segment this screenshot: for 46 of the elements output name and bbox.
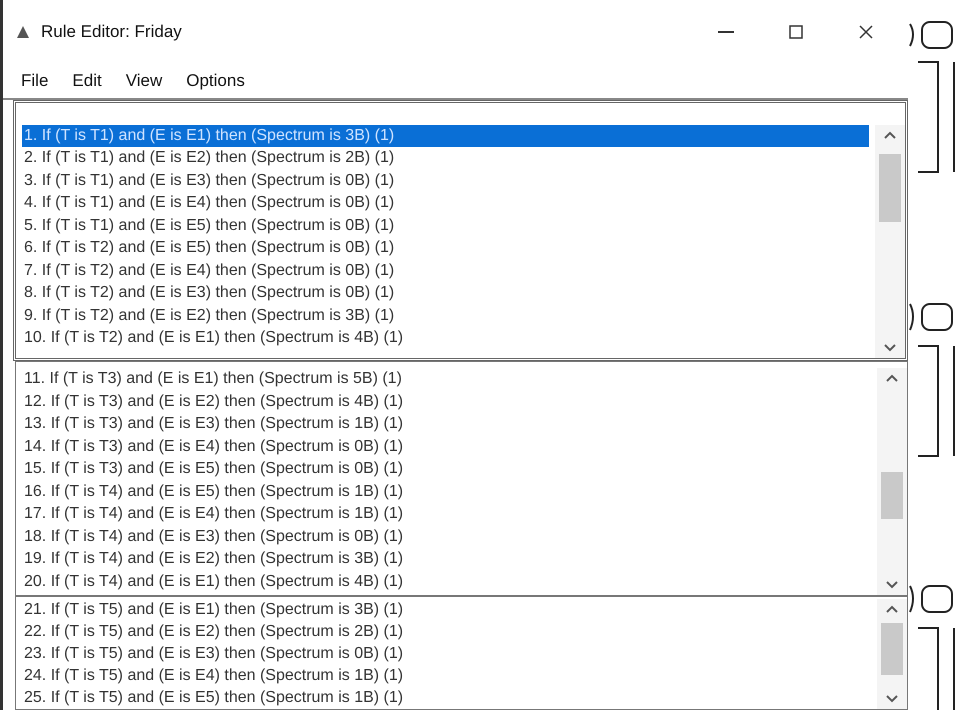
menu-item[interactable]: File (11, 66, 58, 95)
rule-list[interactable] (15, 596, 908, 710)
rule-item[interactable]: 9. If (T is T2) and (E is E2) then (Spectrum is 3B) (1) (22, 304, 869, 328)
scroll-thumb[interactable] (879, 154, 901, 222)
rule-item[interactable]: 20. If (T is T4) and (E is E1) then (Spectrum is 4B) (1) (22, 570, 871, 594)
rule-item[interactable]: 4. If (T is T1) and (E is E4) then (Spectrum is 0B) (1) (22, 192, 869, 215)
scroll-thumb[interactable] (881, 472, 903, 520)
scrollbar[interactable] (877, 368, 907, 596)
rule-item[interactable]: 11. If (T is T3) and (E is E1) then (Spectrum is 5B) (1) (22, 368, 871, 391)
maximize-icon (789, 24, 803, 39)
rule-item[interactable]: 15. If (T is T3) and (E is E5) then (Spectrum is 0B) (1) (22, 458, 871, 481)
rule-item[interactable]: 16. If (T is T4) and (E is E5) then (Spectrum is 1B) (1) (22, 480, 871, 504)
menu-item[interactable]: View (116, 66, 172, 95)
rule-item[interactable]: 1. If (T is T1) and (E is E1) then (Spectrum is 3B) (1) (22, 124, 869, 148)
rule-item[interactable]: 6. If (T is T2) and (E is E5) then (Spectrum is 0B) (1) (22, 237, 869, 260)
rule-item[interactable]: 19. If (T is T4) and (E is E2) then (Spectrum is 3B) (1) (22, 548, 871, 571)
scroll-up-icon[interactable] (885, 372, 899, 384)
rule-item[interactable]: 24. If (T is T5) and (E is E4) then (Spectrum is 1B) (1) (22, 665, 871, 688)
rule-item[interactable]: 21. If (T is T5) and (E is E1) then (Spectrum is 3B) (1) (22, 599, 871, 622)
rule-item[interactable]: 12. If (T is T3) and (E is E2) then (Spectrum is 4B) (1) (22, 390, 871, 414)
rule-item[interactable]: 23. If (T is T5) and (E is E3) then (Spectrum is 0B) (1) (22, 643, 871, 666)
minimize-icon (718, 30, 734, 33)
rule-item[interactable]: 25. If (T is T5) and (E is E5) then (Spectrum is 1B) (1) (22, 687, 871, 709)
rule-item[interactable]: 13. If (T is T3) and (E is E3) then (Spectrum is 1B) (1) (22, 413, 871, 436)
app-icon (15, 24, 31, 40)
rule-item[interactable]: 7. If (T is T2) and (E is E4) then (Spectrum is 0B) (1) (22, 260, 869, 282)
scroll-down-icon[interactable] (885, 693, 899, 705)
scrollbar[interactable] (875, 124, 905, 358)
rule-list[interactable] (13, 100, 908, 362)
menu-item[interactable]: Edit (62, 66, 112, 95)
rule-item[interactable]: 14. If (T is T3) and (E is E4) then (Spectrum is 0B) (1) (22, 436, 871, 458)
scrollbar[interactable] (877, 599, 907, 709)
menu-item[interactable]: Options (176, 66, 255, 95)
rule-item[interactable]: 17. If (T is T4) and (E is E4) then (Spectrum is 1B) (1) (22, 503, 871, 526)
rule-item[interactable]: 18. If (T is T4) and (E is E3) then (Spectrum is 0B) (1) (22, 526, 871, 548)
rule-item[interactable]: 5. If (T is T1) and (E is E5) then (Spectrum is 0B) (1) (22, 214, 869, 238)
rule-item[interactable]: 22. If (T is T5) and (E is E2) then (Spectrum is 2B) (1) (22, 621, 871, 644)
scroll-up-icon[interactable] (885, 603, 899, 616)
close-icon (859, 24, 873, 39)
rule-item[interactable]: 3. If (T is T1) and (E is E3) then (Spectrum is 0B) (1) (22, 170, 869, 192)
rule-item[interactable]: 8. If (T is T2) and (E is E3) then (Spectrum is 0B) (1) (22, 282, 869, 305)
rule-list[interactable] (15, 361, 908, 596)
rule-item[interactable]: 10. If (T is T2) and (E is E1) then (Spectrum is 4B) (1) (22, 327, 869, 350)
scroll-thumb[interactable] (881, 622, 903, 676)
window-title: Rule Editor: Friday (41, 22, 183, 42)
rule-item[interactable]: 2. If (T is T1) and (E is E2) then (Spectrum is 2B) (1) (22, 147, 869, 170)
